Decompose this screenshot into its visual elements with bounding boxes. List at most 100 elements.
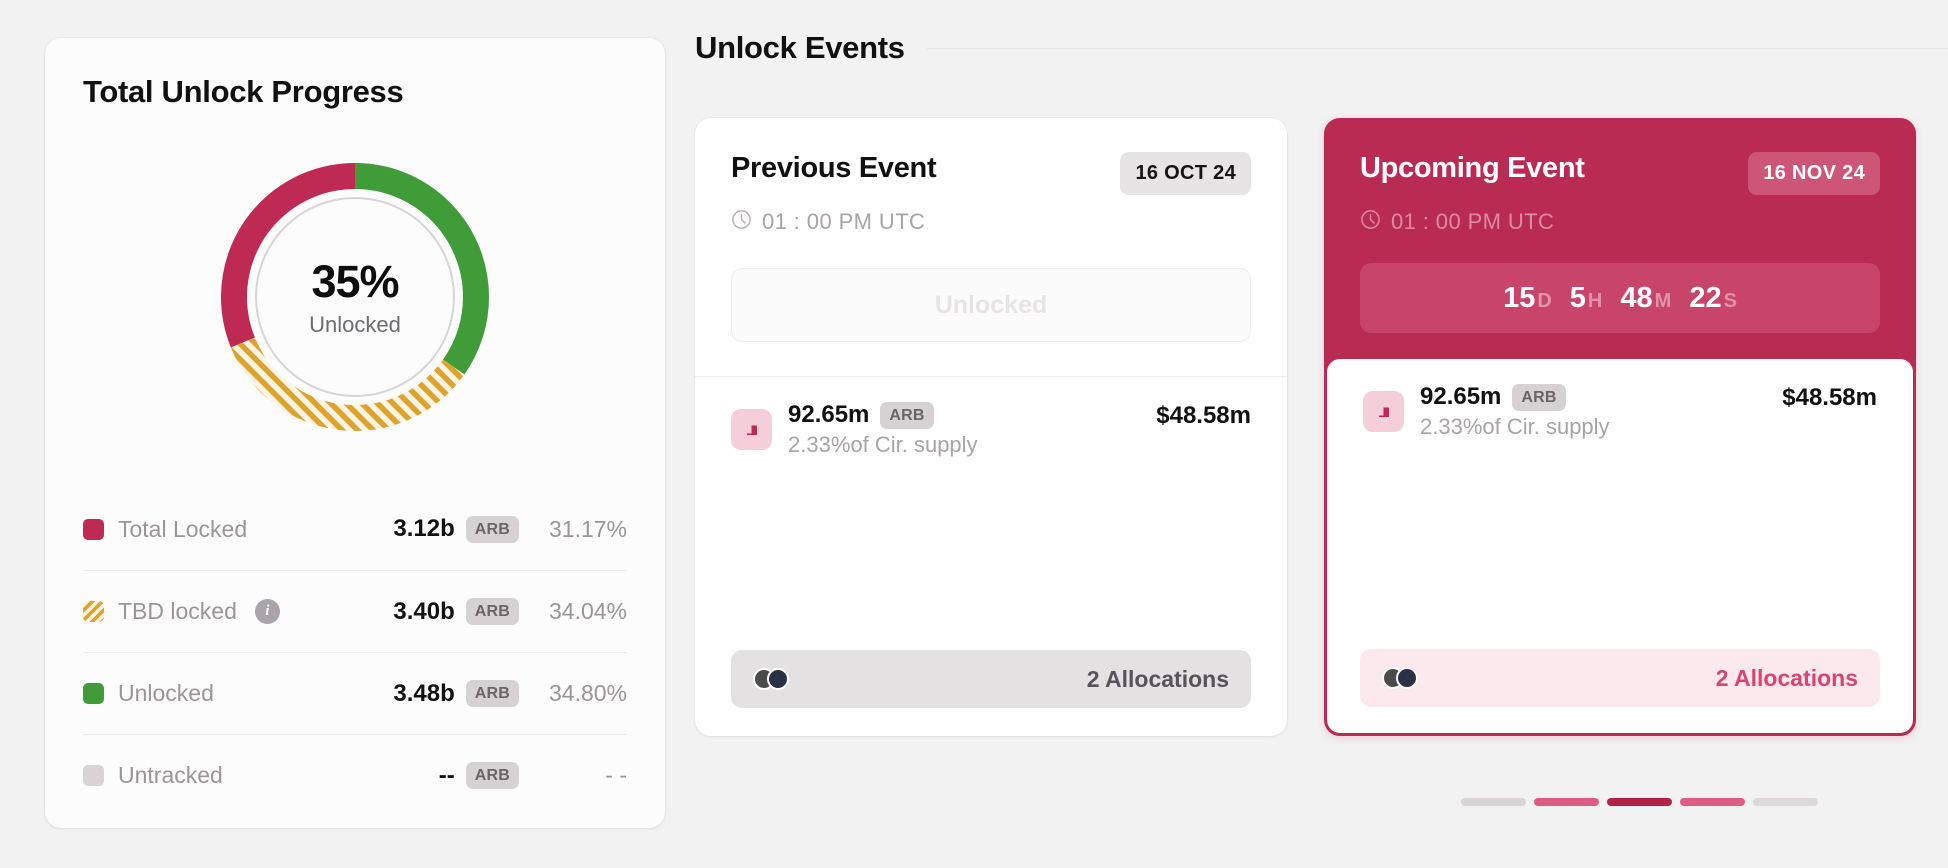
unit-badge: ARB — [880, 401, 934, 429]
swatch-tbd-locked-icon — [83, 601, 104, 622]
unlock-legend: Total Locked 3.12b ARB 31.17% TBD locked… — [83, 488, 627, 816]
countdown-hours-value: 5 — [1569, 281, 1586, 314]
unit-badge: ARB — [465, 680, 519, 707]
upcoming-event-header-top: Upcoming Event 16 NOV 24 — [1360, 152, 1880, 195]
previous-event-name: Previous Event — [731, 152, 937, 184]
upcoming-event-header: Upcoming Event 16 NOV 24 01 : 00 PM UTC — [1327, 121, 1913, 235]
legend-label: Unlocked — [118, 680, 214, 706]
clock-icon — [1360, 209, 1381, 235]
previous-event-status-badge: Unlocked — [731, 268, 1251, 342]
countdown-seconds-value: 22 — [1689, 281, 1722, 314]
donut-inner-ring — [255, 197, 455, 397]
previous-event-header: Previous Event 16 OCT 24 01 : 00 PM UTC — [695, 118, 1287, 235]
previous-allocation-usd: $48.58m — [1156, 402, 1251, 429]
previous-allocation-top: 92.65m ARB — [788, 401, 978, 429]
swatch-untracked-icon — [83, 765, 104, 786]
unit-badge: ARB — [465, 515, 519, 543]
unit-badge: ARB — [465, 762, 519, 789]
avatar — [1396, 667, 1418, 689]
legend-value: -- — [438, 761, 455, 789]
legend-row-total-locked[interactable]: Total Locked 3.12b ARB 31.17% — [83, 488, 627, 570]
previous-allocation-main: 92.65m ARB 2.33%of Cir. supply — [788, 401, 978, 458]
upcoming-event-body: 92.65m ARB 2.33%of Cir. supply $48.58m 2… — [1327, 359, 1913, 733]
upcoming-event-date-badge: 16 NOV 24 — [1748, 152, 1880, 195]
legend-percent: 34.04% — [548, 598, 627, 624]
clock-icon — [731, 209, 752, 235]
previous-event-time-text: 01 : 00 PM UTC — [762, 209, 926, 234]
previous-allocations-count: 2 Allocations — [1086, 665, 1229, 692]
countdown-days-unit: D — [1537, 289, 1552, 312]
section-title: Unlock Events — [695, 30, 905, 65]
legend-percent: 31.17% — [548, 515, 627, 542]
avatar-stack-icon — [753, 668, 793, 690]
legend-percent: 34.80% — [548, 680, 627, 706]
upcoming-allocation-supply-note: 2.33%of Cir. supply — [1420, 414, 1610, 439]
upcoming-event-name: Upcoming Event — [1360, 152, 1585, 184]
previous-allocation-amount: 92.65m — [788, 401, 870, 428]
unlock-donut-chart: 35% Unlocked — [210, 152, 500, 442]
upcoming-event-time: 01 : 00 PM UTC — [1360, 209, 1880, 235]
upcoming-event-countdown: 15 D 5 H 48 M 22 S — [1360, 263, 1880, 333]
countdown-minutes-unit: M — [1654, 289, 1672, 312]
upcoming-allocation-amount: 92.65m — [1420, 383, 1502, 410]
countdown-minutes-value: 48 — [1620, 281, 1653, 314]
upcoming-allocation-usd: $48.58m — [1782, 384, 1877, 411]
pagination-bar-3-active[interactable] — [1607, 798, 1672, 806]
countdown-seconds-unit: S — [1723, 289, 1737, 312]
countdown-days-value: 15 — [1503, 281, 1536, 314]
arb-token-icon — [1363, 391, 1404, 432]
carousel-pagination[interactable] — [1461, 798, 1818, 806]
legend-label: TBD locked — [118, 598, 237, 624]
legend-value: 3.12b — [393, 515, 455, 542]
legend-percent: - - — [605, 762, 627, 788]
previous-event-header-top: Previous Event 16 OCT 24 — [731, 152, 1251, 195]
swatch-total-locked-icon — [83, 518, 104, 540]
event-cards-row: Previous Event 16 OCT 24 01 : 00 PM UTC — [695, 118, 1948, 736]
legend-label: Total Locked — [118, 515, 248, 542]
countdown-hours: 5 H — [1570, 282, 1603, 315]
pagination-bar-5[interactable] — [1753, 798, 1818, 806]
previous-event-allocation-row: 92.65m ARB 2.33%of Cir. supply $48.58m — [695, 377, 1287, 458]
unlock-events-header: Unlock Events — [695, 30, 1948, 66]
upcoming-event-card[interactable]: Upcoming Event 16 NOV 24 01 : 00 PM UTC — [1324, 118, 1916, 736]
legend-label: Untracked — [118, 762, 223, 788]
upcoming-allocations-count: 2 Allocations — [1715, 664, 1858, 691]
upcoming-event-allocation-row: 92.65m ARB 2.33%of Cir. supply $48.58m — [1327, 359, 1913, 440]
avatar-stack-icon — [1382, 667, 1422, 689]
avatar — [767, 668, 789, 690]
info-icon[interactable]: i — [254, 599, 280, 624]
unlock-events-pane: Unlock Events Previous Event 16 OCT 24 0… — [695, 30, 1948, 736]
swatch-unlocked-icon — [83, 683, 104, 704]
upcoming-allocations-footer[interactable]: 2 Allocations — [1360, 649, 1880, 707]
previous-allocations-footer[interactable]: 2 Allocations — [731, 650, 1251, 708]
total-unlock-progress-card: Total Unlock Progress 35% Unlocked Total… — [45, 38, 665, 828]
previous-event-card[interactable]: Previous Event 16 OCT 24 01 : 00 PM UTC — [695, 118, 1287, 736]
donut-svg — [221, 163, 489, 431]
countdown-seconds: 22 S — [1689, 282, 1737, 315]
unit-badge: ARB — [465, 598, 519, 625]
legend-row-untracked[interactable]: Untracked -- ARB - - — [83, 734, 627, 816]
previous-event-date-badge: 16 OCT 24 — [1120, 152, 1251, 195]
pagination-bar-2[interactable] — [1534, 798, 1599, 806]
countdown-hours-unit: H — [1587, 289, 1603, 312]
pagination-bar-4[interactable] — [1680, 798, 1745, 806]
countdown-minutes: 48 M — [1620, 282, 1671, 315]
upcoming-event-time-text: 01 : 00 PM UTC — [1391, 209, 1555, 234]
legend-row-tbd-locked[interactable]: TBD locked i 3.40b ARB 34.04% — [83, 570, 627, 652]
page-title: Total Unlock Progress — [83, 74, 404, 109]
upcoming-allocation-top: 92.65m ARB — [1420, 383, 1610, 411]
unlock-dashboard: Total Unlock Progress 35% Unlocked Total… — [0, 0, 1948, 868]
unit-badge: ARB — [1512, 383, 1566, 411]
previous-allocation-supply-note: 2.33%of Cir. supply — [788, 432, 978, 457]
header-divider — [926, 47, 1948, 49]
previous-event-time: 01 : 00 PM UTC — [731, 209, 1251, 235]
upcoming-allocation-main: 92.65m ARB 2.33%of Cir. supply — [1420, 383, 1610, 440]
legend-value: 3.48b — [393, 679, 455, 707]
legend-row-unlocked[interactable]: Unlocked 3.48b ARB 34.80% — [83, 652, 627, 734]
arb-token-icon — [731, 409, 772, 450]
legend-value: 3.40b — [393, 597, 455, 625]
countdown-days: 15 D — [1503, 282, 1552, 315]
pagination-bar-1[interactable] — [1461, 798, 1526, 806]
